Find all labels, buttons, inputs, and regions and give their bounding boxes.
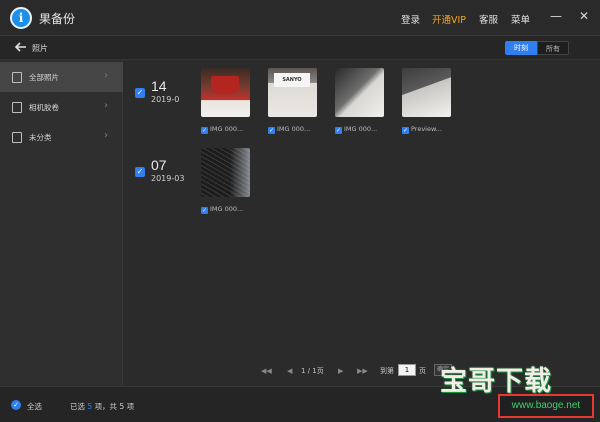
minimize-button[interactable]: — bbox=[549, 9, 563, 23]
group-month: 2019-03 bbox=[151, 174, 185, 183]
close-button[interactable]: ✕ bbox=[577, 9, 591, 23]
photo-thumbnail[interactable] bbox=[201, 68, 250, 117]
image-icon bbox=[12, 132, 22, 143]
first-page-icon[interactable]: ◀◀ bbox=[261, 367, 272, 375]
tab-time[interactable]: 时刻 bbox=[505, 41, 537, 55]
check-icon[interactable]: ✓ bbox=[201, 207, 208, 214]
photo-grid: ✓ 14 2019-0 ✓IMG 000... ✓IMG 000... ✓IMG… bbox=[124, 60, 600, 385]
menu-link[interactable]: 菜单 bbox=[511, 12, 530, 26]
selection-summary: 已选 5 项，共 5 项 bbox=[70, 402, 135, 411]
sidebar-item-label: 相机胶卷 bbox=[29, 103, 59, 112]
sidebar-item-label: 全部照片 bbox=[29, 73, 59, 82]
check-icon[interactable]: ✓ bbox=[201, 127, 208, 134]
image-icon bbox=[12, 102, 22, 113]
last-page-icon[interactable]: ▶▶ bbox=[357, 367, 368, 375]
app-title: 果备份 bbox=[39, 12, 76, 26]
login-link[interactable]: 登录 bbox=[401, 12, 420, 26]
page-title: 照片 bbox=[32, 44, 48, 53]
check-icon[interactable]: ✓ bbox=[335, 127, 342, 134]
next-page-icon[interactable]: ▶ bbox=[338, 367, 343, 375]
back-arrow-icon[interactable] bbox=[14, 40, 28, 54]
check-icon[interactable]: ✓ bbox=[402, 127, 409, 134]
group-checkbox[interactable]: ✓ bbox=[135, 88, 145, 98]
sidebar-item-uncategorized[interactable]: 未分类 › bbox=[0, 122, 123, 152]
service-link[interactable]: 客服 bbox=[479, 12, 498, 26]
sidebar-item-label: 未分类 bbox=[29, 133, 52, 142]
goto-label: 到第 bbox=[380, 367, 394, 375]
vip-link[interactable]: 开通VIP bbox=[432, 12, 466, 26]
sub-header: 照片 时刻 所有 bbox=[0, 36, 600, 60]
group-checkbox[interactable]: ✓ bbox=[135, 167, 145, 177]
photo-caption[interactable]: ✓ IMG 000... bbox=[268, 125, 310, 134]
photo-caption[interactable]: ✓ Preview... bbox=[402, 125, 442, 134]
page-unit: 页 bbox=[419, 367, 426, 375]
sidebar-item-all-photos[interactable]: 全部照片 › bbox=[0, 62, 123, 92]
sidebar: 全部照片 › 相机胶卷 › 未分类 › bbox=[0, 60, 123, 385]
photo-thumbnail[interactable] bbox=[201, 148, 250, 197]
photo-thumbnail[interactable] bbox=[335, 68, 384, 117]
chevron-right-icon: › bbox=[104, 70, 108, 81]
page-number-input[interactable]: 1 bbox=[398, 364, 416, 376]
chevron-right-icon: › bbox=[104, 130, 108, 141]
group-day: 07 bbox=[151, 157, 167, 173]
chevron-right-icon: › bbox=[104, 100, 108, 111]
group-month: 2019-0 bbox=[151, 95, 180, 104]
photo-thumbnail[interactable] bbox=[268, 68, 317, 117]
photo-caption[interactable]: ✓ IMG 000... bbox=[335, 125, 377, 134]
sidebar-item-camera-roll[interactable]: 相机胶卷 › bbox=[0, 92, 123, 122]
select-all-checkbox[interactable]: ✓ bbox=[11, 400, 21, 410]
check-icon[interactable]: ✓ bbox=[268, 127, 275, 134]
title-bar: 果备份 登录 开通VIP 客服 菜单 — ✕ bbox=[0, 0, 600, 36]
photo-caption[interactable]: ✓ IMG 000... bbox=[201, 125, 243, 134]
page-status: 1 / 1页 bbox=[301, 367, 324, 375]
select-all-label[interactable]: 全选 bbox=[27, 401, 42, 412]
watermark-url: www.baoge.net bbox=[498, 394, 594, 418]
app-logo-icon bbox=[10, 7, 32, 29]
photo-caption[interactable]: ✓ IMG 000... bbox=[201, 205, 243, 214]
photo-thumbnail[interactable] bbox=[402, 68, 451, 117]
document-icon bbox=[12, 72, 22, 83]
watermark-title: 宝哥下载 bbox=[440, 366, 552, 397]
tab-all[interactable]: 所有 bbox=[537, 41, 569, 55]
group-day: 14 bbox=[151, 78, 167, 94]
prev-page-icon[interactable]: ◀ bbox=[287, 367, 292, 375]
